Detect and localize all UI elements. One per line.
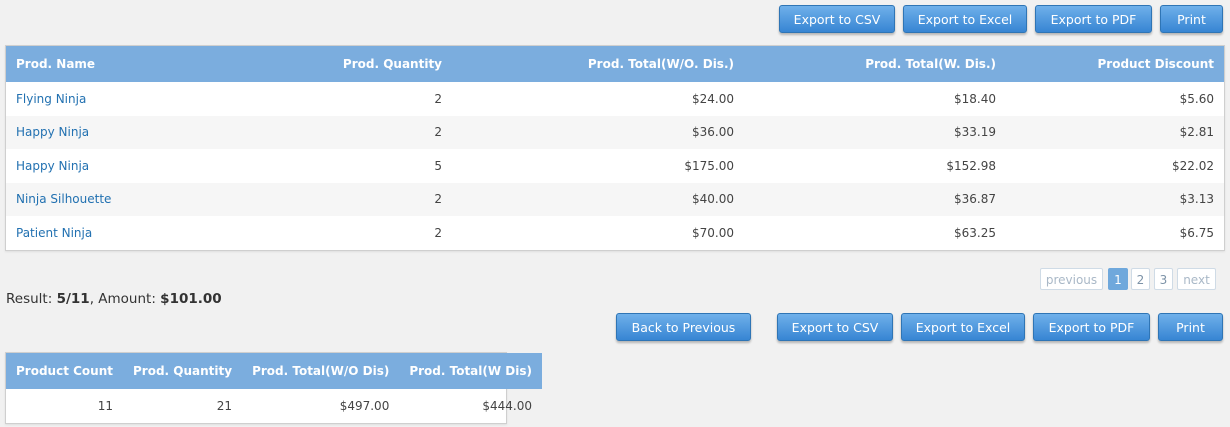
summary-total-w-dis: $444.00	[482, 398, 532, 413]
prod-quantity-cell: 2	[434, 91, 442, 106]
table-row: Flying Ninja 2 $24.00 $18.40 $5.60	[6, 82, 1224, 116]
table-row: Ninja Silhouette 2 $40.00 $36.87 $3.13	[6, 182, 1224, 216]
header-prod-total-w-dis[interactable]: Prod. Total(W. Dis.)	[744, 46, 1006, 82]
prod-total-wo-dis-cell: $24.00	[692, 91, 734, 106]
export-excel-button-bottom[interactable]: Export to Excel	[901, 313, 1025, 341]
product-name-cell: Happy Ninja	[6, 115, 176, 149]
product-name-link[interactable]: Ninja Silhouette	[16, 192, 111, 206]
table-row: Happy Ninja 2 $36.00 $33.19 $2.81	[6, 115, 1224, 149]
summary-row: 11 21 $497.00 $444.00	[6, 389, 542, 423]
prod-total-w-dis-cell: $18.40	[954, 91, 996, 106]
summary-prod-quantity: 21	[216, 398, 233, 413]
summary-header-product-count: Product Count	[6, 353, 123, 389]
products-table-header-row: Prod. Name Prod. Quantity Prod. Total(W/…	[6, 46, 1224, 82]
prod-total-w-dis-cell: $63.25	[954, 225, 996, 240]
prod-total-wo-dis-cell: $40.00	[452, 182, 744, 216]
amount-value: $101.00	[160, 291, 222, 307]
summary-header-row: Product Count Prod. Quantity Prod. Total…	[6, 353, 542, 389]
export-csv-button-top[interactable]: Export to CSV	[779, 5, 895, 33]
product-name-link[interactable]: Happy Ninja	[16, 159, 89, 173]
table-row: Patient Ninja 2 $70.00 $63.25 $6.75	[6, 216, 1224, 250]
result-value: 5/11	[56, 291, 90, 307]
summary-header-total-wo-dis: Prod. Total(W/O Dis)	[242, 353, 400, 389]
products-table-panel: Prod. Name Prod. Quantity Prod. Total(W/…	[5, 45, 1225, 251]
product-name-link[interactable]: Patient Ninja	[16, 226, 92, 240]
header-prod-name[interactable]: Prod. Name	[6, 46, 176, 82]
summary-header-total-w-dis: Prod. Total(W Dis)	[399, 353, 542, 389]
product-discount-cell: $5.60	[1179, 91, 1214, 106]
header-prod-total-wo-dis[interactable]: Prod. Total(W/O. Dis.)	[452, 46, 744, 82]
back-to-previous-button[interactable]: Back to Previous	[616, 313, 751, 341]
prod-total-w-dis-cell: $36.87	[744, 182, 1006, 216]
prod-total-wo-dis-cell: $70.00	[692, 225, 734, 240]
prod-quantity-cell: 2	[434, 225, 442, 240]
prod-total-w-dis-cell: $33.19	[744, 115, 1006, 149]
header-prod-quantity[interactable]: Prod. Quantity	[176, 46, 452, 82]
pagination-page-2[interactable]: 2	[1131, 268, 1150, 290]
product-name-link[interactable]: Flying Ninja	[16, 92, 86, 106]
print-button-bottom[interactable]: Print	[1158, 313, 1223, 341]
prod-quantity-cell: 2	[176, 182, 452, 216]
pagination-page-3[interactable]: 3	[1154, 268, 1173, 290]
pagination-previous[interactable]: previous	[1040, 268, 1103, 290]
product-discount-cell: $22.02	[1172, 158, 1214, 173]
summary-product-count: 11	[97, 398, 113, 413]
product-discount-cell: $3.13	[1006, 182, 1224, 216]
product-name-cell: Flying Ninja	[6, 82, 176, 116]
pagination-page-1[interactable]: 1	[1108, 268, 1128, 290]
table-row: Happy Ninja 5 $175.00 $152.98 $22.02	[6, 149, 1224, 183]
prod-total-wo-dis-cell: $175.00	[684, 158, 734, 173]
product-discount-cell: $6.75	[1179, 225, 1214, 240]
summary-header-prod-quantity: Prod. Quantity	[123, 353, 243, 389]
amount-label: , Amount:	[89, 291, 156, 307]
product-name-cell: Ninja Silhouette	[6, 182, 176, 216]
export-pdf-button-top[interactable]: Export to PDF	[1035, 5, 1152, 33]
result-summary: Result: 5/11, Amount: $101.00	[6, 291, 222, 307]
summary-table: Product Count Prod. Quantity Prod. Total…	[6, 353, 542, 423]
product-name-link[interactable]: Happy Ninja	[16, 125, 89, 139]
pagination-next[interactable]: next	[1177, 268, 1216, 290]
summary-total-wo-dis: $497.00	[339, 398, 390, 413]
products-table: Prod. Name Prod. Quantity Prod. Total(W/…	[6, 46, 1224, 250]
prod-quantity-cell: 5	[434, 158, 442, 173]
print-button-top[interactable]: Print	[1160, 5, 1223, 33]
prod-total-wo-dis-cell: $36.00	[452, 115, 744, 149]
prod-quantity-cell: 2	[176, 115, 452, 149]
product-discount-cell: $2.81	[1006, 115, 1224, 149]
header-product-discount[interactable]: Product Discount	[1006, 46, 1224, 82]
summary-table-panel: Product Count Prod. Quantity Prod. Total…	[5, 352, 542, 424]
export-pdf-button-bottom[interactable]: Export to PDF	[1033, 313, 1150, 341]
export-csv-button-bottom[interactable]: Export to CSV	[777, 313, 893, 341]
export-excel-button-top[interactable]: Export to Excel	[903, 5, 1027, 33]
product-name-cell: Patient Ninja	[6, 216, 176, 250]
result-label: Result:	[6, 291, 53, 307]
prod-total-w-dis-cell: $152.98	[946, 158, 996, 173]
product-name-cell: Happy Ninja	[6, 149, 176, 183]
